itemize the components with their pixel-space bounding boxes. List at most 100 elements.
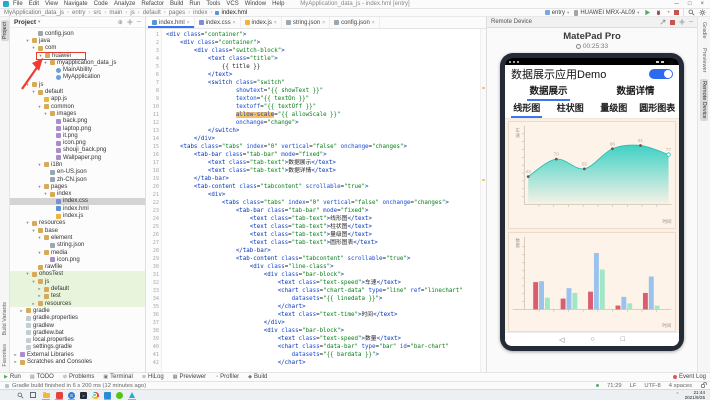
tree-item-shouji-back-png[interactable]: shouji_back.png [10, 147, 145, 154]
tool-window-button-run[interactable]: ▶Run [4, 374, 21, 380]
tree-item-index-hml[interactable]: index.hml [10, 205, 145, 212]
event-log-button[interactable]: Event Log [673, 374, 706, 380]
tree-item-media[interactable]: ▾media [10, 249, 145, 256]
tree-item-js[interactable]: ▾js [10, 81, 145, 88]
tree-item-laptop-png[interactable]: laptop.png [10, 125, 145, 132]
tree-item-index[interactable]: ▾index [10, 191, 145, 198]
taskbar-icon-chrome[interactable] [92, 392, 99, 399]
menu-help[interactable]: Help [272, 1, 284, 7]
tree-item-scratches-and-consoles[interactable]: ▸Scratches and Consoles [10, 358, 145, 365]
close-tab-icon[interactable]: × [372, 20, 375, 26]
status-message[interactable]: Gradle build finished in 6 s 200 ms (12 … [12, 383, 146, 389]
tree-item-gradlew[interactable]: gradlew [10, 322, 145, 329]
app-subtab-[interactable]: 量级图 [592, 101, 636, 118]
minimize-button[interactable]: ─ [675, 1, 679, 7]
tool-window-button-todo[interactable]: ▤TODO [30, 374, 54, 380]
breadcrumb-item-main[interactable]: main [109, 10, 122, 16]
tree-item-base[interactable]: ▾base [10, 227, 145, 234]
nav-back-icon[interactable]: ◁ [559, 336, 564, 344]
breadcrumb-item-default[interactable]: default [143, 10, 161, 16]
tree-item-test[interactable]: ▸test [10, 293, 145, 300]
tree-item-myapplication-data-js[interactable]: ▾myapplication_data_js [10, 59, 145, 66]
editor-tab-index-js[interactable]: index.js× [241, 17, 282, 28]
close-tab-icon[interactable]: × [322, 20, 325, 26]
tree-item-default[interactable]: ▸default [10, 285, 145, 292]
hide-panel-icon[interactable]: ─ [137, 19, 141, 25]
tool-strip-item-remote-device[interactable]: Remote Device [700, 79, 708, 121]
tree-item-index-js[interactable]: index.js [10, 212, 145, 219]
menu-tools[interactable]: Tools [206, 1, 220, 7]
editor-scrollbar[interactable] [480, 29, 486, 372]
app-subtab-[interactable]: 柱状图 [549, 101, 593, 118]
taskbar-icon-app-triangle[interactable] [128, 391, 136, 399]
tool-window-button-hilog[interactable]: ≋HiLog [142, 374, 164, 380]
menu-build[interactable]: Build [170, 1, 183, 7]
close-tab-icon[interactable]: × [274, 20, 277, 26]
breadcrumb-item-myapplication-data-js[interactable]: MyApplication_data_js [4, 10, 64, 16]
tool-strip-item-gradle[interactable]: Gradle [700, 20, 708, 41]
nav-recents-icon[interactable]: □ [621, 336, 625, 343]
indent-setting[interactable]: 4 spaces [669, 383, 692, 389]
lock-icon[interactable] [701, 384, 705, 388]
breadcrumb-item-js[interactable]: js [130, 10, 134, 16]
editor-tab-config-json[interactable]: config.json× [330, 17, 380, 28]
tree-item-zh-cn-json[interactable]: zh-CN.json [10, 176, 145, 183]
tree-item-java[interactable]: ▾java [10, 37, 145, 44]
run-config-selector[interactable]: entry ▾ [545, 10, 570, 16]
stop-session-button[interactable] [670, 20, 675, 25]
tool-strip-item-favorites[interactable]: Favorites [1, 342, 9, 369]
menu-analyze[interactable]: Analyze [114, 1, 135, 7]
maximize-button[interactable]: □ [688, 1, 692, 7]
app-toggle-switch[interactable] [649, 69, 673, 79]
tool-strip-item-build-variants[interactable]: Build Variants [1, 300, 9, 338]
tree-item-settings-gradle[interactable]: settings.gradle [10, 344, 145, 351]
breadcrumb-item-src[interactable]: src [93, 10, 101, 16]
taskbar-icon-terminal-dark[interactable]: > [80, 392, 87, 399]
chevron-down-icon[interactable]: ▾ [38, 19, 40, 25]
tree-item-huawei[interactable]: ▾huawei [10, 52, 145, 59]
editor-tab-index-hml[interactable]: index.hml× [148, 17, 195, 28]
tree-item-rawfile[interactable]: rawfile [10, 264, 145, 271]
menu-edit[interactable]: Edit [29, 1, 39, 7]
menu-refactor[interactable]: Refactor [141, 1, 164, 7]
taskbar-icon-task-view[interactable] [29, 391, 37, 399]
taskbar-icon-app-green[interactable] [116, 392, 123, 399]
tree-item-string-json[interactable]: string.json [10, 242, 145, 249]
gear-icon[interactable] [679, 19, 685, 25]
tree-item-en-us-json[interactable]: en-US.json [10, 169, 145, 176]
tree-item-i18n[interactable]: ▾i18n [10, 161, 145, 168]
cursor-position[interactable]: 71:29 [607, 383, 622, 389]
tool-window-button-profiler[interactable]: ◔Profiler [215, 374, 239, 380]
tree-item-pages[interactable]: ▾pages [10, 183, 145, 190]
taskbar-icon-app-red[interactable] [55, 391, 63, 399]
settings-gear-icon[interactable] [699, 9, 706, 16]
menu-window[interactable]: Window [245, 1, 266, 7]
tree-item-icon-png[interactable]: icon.png [10, 256, 145, 263]
close-tab-icon[interactable]: × [233, 20, 236, 26]
breadcrumb-item-pages[interactable]: pages [169, 10, 185, 16]
tree-item-mainability[interactable]: MainAbility [10, 66, 145, 73]
editor-tab-string-json[interactable]: string.json× [282, 17, 330, 28]
breadcrumb-item-entry[interactable]: entry [72, 10, 85, 16]
tray-chevron-icon[interactable]: ⌃ [675, 392, 679, 398]
launch-icon[interactable] [660, 19, 666, 25]
breadcrumb-item-index-hml[interactable]: index.hml [215, 10, 247, 16]
tool-window-button-problems[interactable]: ⊘Problems [63, 374, 95, 380]
profiler-button[interactable]: ◔ [666, 10, 670, 16]
taskbar-icon-search[interactable] [16, 391, 24, 399]
app-subtab-[interactable]: 线形图 [505, 101, 549, 118]
app-subtab-[interactable]: 圆形图表 [636, 101, 680, 118]
device-selector[interactable]: HUAWEI MRX-AL09 ▾ [574, 10, 639, 16]
tree-item-external-libraries[interactable]: ▸External Libraries [10, 351, 145, 358]
code-area[interactable]: <div class="container"> <div class="cont… [162, 29, 480, 372]
app-tab-[interactable]: 数据展示 [505, 83, 592, 101]
breadcrumb-item-index[interactable]: index [193, 10, 207, 16]
taskbar-clock[interactable]: 21:44 2021/9/25 [685, 390, 707, 400]
nav-home-icon[interactable]: ○ [590, 336, 594, 343]
close-button[interactable]: × [700, 1, 704, 7]
menu-file[interactable]: File [13, 1, 23, 7]
tool-window-button-build[interactable]: ◆Build [248, 374, 267, 380]
debug-button[interactable] [655, 9, 662, 16]
tree-item-images[interactable]: ▾images [10, 110, 145, 117]
line-separator[interactable]: LF [630, 383, 637, 389]
